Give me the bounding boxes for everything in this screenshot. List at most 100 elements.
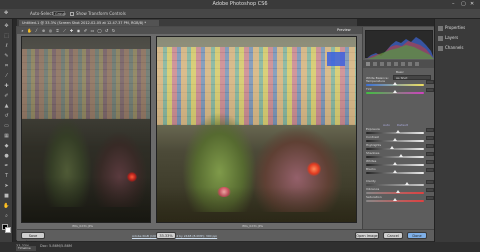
hand-icon[interactable]: ✋ [27,28,32,33]
slider-thumb[interactable] [398,154,403,157]
slider-track[interactable] [366,146,424,150]
brush-tool-icon[interactable]: ✐ [3,93,10,99]
histogram-graph [366,37,434,59]
gradient-tool-icon[interactable]: ▦ [3,133,10,139]
slider-track[interactable] [366,138,424,142]
slider-thumb[interactable] [390,146,395,149]
default-link[interactable]: Default [397,123,408,127]
red-eye-icon[interactable]: ◉ [76,28,81,33]
slider-value-field[interactable] [426,144,434,148]
target-adjust-icon[interactable]: ◎ [48,28,53,33]
camera-raw-toolbar: ⌕ ✋ ⁄ ⊕ ◎ ⌗ ⟋ ✚ ◉ ✐ ▭ ◯ ↺ ↻ Preview [17,27,362,34]
slider-thumb[interactable] [393,198,397,201]
slider-track[interactable] [366,130,424,134]
lasso-tool-icon[interactable]: ℓ [3,43,10,49]
slider-value-field[interactable] [426,168,434,172]
color-sampler-icon[interactable]: ⊕ [41,28,46,33]
maximize-icon[interactable]: ▢ [461,1,466,7]
graduated-filter-icon[interactable]: ▭ [90,28,95,33]
slider-track[interactable] [366,90,424,94]
slider-thumb[interactable] [395,130,400,133]
slider-thumb[interactable] [395,190,400,193]
dock-item-properties[interactable]: Properties [438,25,465,31]
properties-icon [438,25,443,31]
close-icon[interactable]: ✕ [470,1,474,7]
slider-value-field[interactable] [426,88,434,92]
cancel-button[interactable]: Cancel [383,232,403,239]
slider-thumb[interactable] [393,82,397,85]
auto-select-dropdown[interactable]: Group [53,11,66,16]
crop-tool-icon[interactable]: ⌗ [3,63,10,69]
show-transform-checkbox[interactable] [70,12,74,16]
history-brush-icon[interactable]: ↺ [3,113,10,119]
slider-track[interactable] [366,198,424,202]
preview-checkbox[interactable]: Preview [337,28,351,32]
white-balance-icon[interactable]: ⁄ [34,28,39,33]
slider-value-field[interactable] [426,128,434,132]
split-toning-tab-icon[interactable] [394,62,398,66]
save-image-button[interactable]: Save Image... [21,232,45,244]
slider-value-field[interactable] [426,160,434,164]
straighten-icon[interactable]: ⟋ [62,28,67,33]
minimize-icon[interactable]: – [452,1,455,7]
stamp-tool-icon[interactable]: ▲ [3,103,10,109]
open-image-button[interactable]: Open Image [355,232,379,239]
adjustment-brush-icon[interactable]: ✐ [83,28,88,33]
quick-select-tool-icon[interactable]: ✎ [3,53,10,59]
tools-panel: ✥ ⬚ ℓ ✎ ⌗ ⁄ ✚ ✐ ▲ ↺ ▭ ▦ ◆ ● ✒ T ➤ ■ ✋ ⌕ [0,19,13,247]
effects-tab-icon[interactable] [408,62,412,66]
eraser-tool-icon[interactable]: ▭ [3,123,10,129]
rotate-left-icon[interactable]: ↺ [104,28,109,33]
slider-track[interactable] [366,82,424,86]
slider-value-field[interactable] [426,80,434,84]
timeline-tab[interactable]: Timeline [16,246,36,251]
crop-icon[interactable]: ⌗ [55,28,60,33]
slider-thumb[interactable] [393,138,397,141]
basic-tab-icon[interactable] [366,62,370,66]
slider-value-field[interactable] [426,180,434,184]
calibration-tab-icon[interactable] [415,62,419,66]
slider-thumb[interactable] [404,182,409,185]
eyedropper-tool-icon[interactable]: ⁄ [3,73,10,79]
healing-tool-icon[interactable]: ✚ [3,83,10,89]
dock-item-channels[interactable]: Channels [438,45,464,51]
hand-tool-icon[interactable]: ✋ [3,203,10,209]
move-tool-icon[interactable]: ✥ [3,23,10,29]
camera-raw-dialog: ⌕ ✋ ⁄ ⊕ ◎ ⌗ ⟋ ✚ ◉ ✐ ▭ ◯ ↺ ↻ Preview IMG_… [16,26,436,244]
tone-curve-tab-icon[interactable] [373,62,377,66]
after-photo [156,36,357,223]
spot-removal-icon[interactable]: ✚ [69,28,74,33]
blur-tool-icon[interactable]: ◆ [3,143,10,149]
auto-link[interactable]: Auto [383,123,390,127]
slider-thumb[interactable] [393,90,397,93]
slider-value-field[interactable] [426,196,434,200]
type-tool-icon[interactable]: T [3,173,10,179]
slider-thumb[interactable] [393,162,397,165]
detail-tab-icon[interactable] [380,62,384,66]
dock-item-layers[interactable]: Layers [438,35,458,41]
slider-value-field[interactable] [426,152,434,156]
hsl-tab-icon[interactable] [387,62,391,66]
slider-value-field[interactable] [426,136,434,140]
zoom-level-control[interactable]: 33.33% [156,232,176,239]
move-tool-icon[interactable]: ✥ [4,10,8,16]
zoom-icon[interactable]: ⌕ [20,28,25,33]
lens-tab-icon[interactable] [401,62,405,66]
pen-tool-icon[interactable]: ✒ [3,163,10,169]
path-select-tool-icon[interactable]: ➤ [3,183,10,189]
marquee-tool-icon[interactable]: ⬚ [3,33,10,39]
dodge-tool-icon[interactable]: ● [3,153,10,159]
background-color-swatch[interactable] [5,227,11,233]
slider-value-field[interactable] [426,188,434,192]
slider-track[interactable] [366,162,424,166]
rotate-right-icon[interactable]: ↻ [111,28,116,33]
slider-track[interactable] [366,182,424,186]
zoom-tool-icon[interactable]: ⌕ [3,213,10,219]
done-button[interactable]: Done [407,232,427,239]
slider-track[interactable] [366,154,424,158]
shape-tool-icon[interactable]: ■ [3,193,10,199]
slider-track[interactable] [366,190,424,194]
slider-track[interactable] [366,170,424,174]
slider-thumb[interactable] [393,170,397,173]
radial-filter-icon[interactable]: ◯ [97,28,102,33]
